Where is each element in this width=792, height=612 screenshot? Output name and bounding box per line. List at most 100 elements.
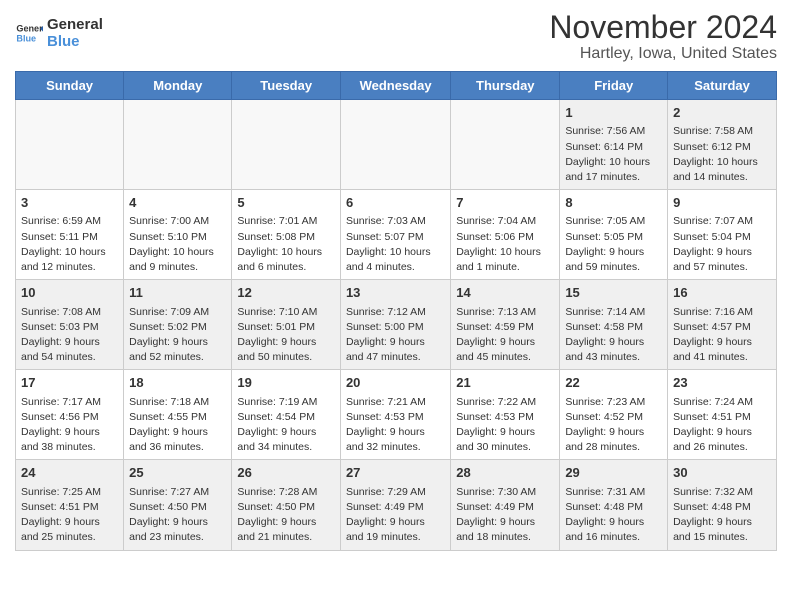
calendar-cell: 21Sunrise: 7:22 AM Sunset: 4:53 PM Dayli… [451,370,560,460]
calendar-header-row: SundayMondayTuesdayWednesdayThursdayFrid… [16,72,777,100]
calendar-cell: 2 Sunrise: 7:58 AM Sunset: 6:12 PM Daylig… [668,100,777,190]
day-number: 3 [21,194,118,212]
day-info: Sunrise: 7:08 AM Sunset: 5:03 PM Dayligh… [21,305,118,366]
calendar-week-1: 3 Sunrise: 6:59 AM Sunset: 5:11 PM Daylig… [16,190,777,280]
day-info: Sunrise: 7:56 AM Sunset: 6:14 PM Dayligh… [565,124,662,185]
day-info: Sunrise: 7:21 AM Sunset: 4:53 PM Dayligh… [346,395,445,456]
day-info: Sunrise: 7:30 AM Sunset: 4:49 PM Dayligh… [456,485,554,546]
calendar-header-saturday: Saturday [668,72,777,100]
day-info: Sunrise: 7:27 AM Sunset: 4:50 PM Dayligh… [129,485,226,546]
calendar-cell: 22 Sunrise: 7:23 AM Sunset: 4:52 PM Dayli… [560,370,668,460]
day-info: Sunrise: 7:29 AM Sunset: 4:49 PM Dayligh… [346,485,445,546]
day-number: 28 [456,464,554,482]
day-number: 7 [456,194,554,212]
day-number: 18 [129,374,226,392]
calendar-week-3: 17 Sunrise: 7:17 AM Sunset: 4:56 PM Dayli… [16,370,777,460]
day-info: Sunrise: 7:28 AM Sunset: 4:50 PM Dayligh… [237,485,335,546]
day-number: 22 [565,374,662,392]
day-number: 13 [346,284,445,302]
day-info: Sunrise: 7:19 AM Sunset: 4:54 PM Dayligh… [237,395,335,456]
calendar-cell: 27 Sunrise: 7:29 AM Sunset: 4:49 PM Dayli… [340,460,450,550]
calendar-week-4: 24Sunrise: 7:25 AM Sunset: 4:51 PM Dayli… [16,460,777,550]
day-info: Sunrise: 7:03 AM Sunset: 5:07 PM Dayligh… [346,214,445,275]
calendar-cell [16,100,124,190]
calendar-cell [232,100,341,190]
day-number: 23 [673,374,771,392]
calendar-header-monday: Monday [124,72,232,100]
svg-text:General: General [16,24,43,34]
calendar-week-2: 10 Sunrise: 7:08 AM Sunset: 5:03 PM Dayli… [16,280,777,370]
header: General Blue GeneralBlue November 2024 H… [15,10,777,63]
calendar-cell: 20 Sunrise: 7:21 AM Sunset: 4:53 PM Dayli… [340,370,450,460]
calendar-cell: 7 Sunrise: 7:04 AM Sunset: 5:06 PM Daylig… [451,190,560,280]
day-info: Sunrise: 7:10 AM Sunset: 5:01 PM Dayligh… [237,305,335,366]
calendar-cell: 1Sunrise: 7:56 AM Sunset: 6:14 PM Daylig… [560,100,668,190]
calendar-cell: 13 Sunrise: 7:12 AM Sunset: 5:00 PM Dayli… [340,280,450,370]
day-number: 20 [346,374,445,392]
calendar-cell: 15 Sunrise: 7:14 AM Sunset: 4:58 PM Dayli… [560,280,668,370]
calendar-week-0: 1Sunrise: 7:56 AM Sunset: 6:14 PM Daylig… [16,100,777,190]
calendar-cell: 6 Sunrise: 7:03 AM Sunset: 5:07 PM Daylig… [340,190,450,280]
day-number: 30 [673,464,771,482]
calendar-cell: 19Sunrise: 7:19 AM Sunset: 4:54 PM Dayli… [232,370,341,460]
day-number: 21 [456,374,554,392]
day-number: 17 [21,374,118,392]
calendar-header-friday: Friday [560,72,668,100]
day-number: 14 [456,284,554,302]
day-info: Sunrise: 7:12 AM Sunset: 5:00 PM Dayligh… [346,305,445,366]
day-number: 9 [673,194,771,212]
month-title: November 2024 [549,10,777,45]
day-info: Sunrise: 7:25 AM Sunset: 4:51 PM Dayligh… [21,485,118,546]
day-number: 29 [565,464,662,482]
day-info: Sunrise: 7:07 AM Sunset: 5:04 PM Dayligh… [673,214,771,275]
calendar-header-tuesday: Tuesday [232,72,341,100]
calendar-cell: 23 Sunrise: 7:24 AM Sunset: 4:51 PM Dayli… [668,370,777,460]
day-number: 4 [129,194,226,212]
day-info: Sunrise: 7:04 AM Sunset: 5:06 PM Dayligh… [456,214,554,275]
calendar-cell: 5 Sunrise: 7:01 AM Sunset: 5:08 PM Daylig… [232,190,341,280]
day-info: Sunrise: 7:32 AM Sunset: 4:48 PM Dayligh… [673,485,771,546]
day-number: 26 [237,464,335,482]
day-number: 15 [565,284,662,302]
day-info: Sunrise: 7:05 AM Sunset: 5:05 PM Dayligh… [565,214,662,275]
calendar-cell: 25Sunrise: 7:27 AM Sunset: 4:50 PM Dayli… [124,460,232,550]
day-info: Sunrise: 7:17 AM Sunset: 4:56 PM Dayligh… [21,395,118,456]
page: General Blue GeneralBlue November 2024 H… [0,0,792,566]
title-block: November 2024 Hartley, Iowa, United Stat… [549,10,777,63]
calendar-header-sunday: Sunday [16,72,124,100]
calendar-cell [124,100,232,190]
calendar-cell: 28 Sunrise: 7:30 AM Sunset: 4:49 PM Dayli… [451,460,560,550]
calendar-cell: 26 Sunrise: 7:28 AM Sunset: 4:50 PM Dayli… [232,460,341,550]
day-info: Sunrise: 7:01 AM Sunset: 5:08 PM Dayligh… [237,214,335,275]
day-info: Sunrise: 7:24 AM Sunset: 4:51 PM Dayligh… [673,395,771,456]
calendar-cell: 9 Sunrise: 7:07 AM Sunset: 5:04 PM Daylig… [668,190,777,280]
day-number: 2 [673,104,771,122]
calendar-header-thursday: Thursday [451,72,560,100]
calendar-cell: 16Sunrise: 7:16 AM Sunset: 4:57 PM Dayli… [668,280,777,370]
day-number: 12 [237,284,335,302]
day-number: 5 [237,194,335,212]
day-info: Sunrise: 7:18 AM Sunset: 4:55 PM Dayligh… [129,395,226,456]
day-number: 27 [346,464,445,482]
logo-text: GeneralBlue [47,16,103,51]
calendar-cell [451,100,560,190]
logo: General Blue GeneralBlue [15,16,103,51]
day-info: Sunrise: 7:00 AM Sunset: 5:10 PM Dayligh… [129,214,226,275]
day-number: 10 [21,284,118,302]
day-info: Sunrise: 7:13 AM Sunset: 4:59 PM Dayligh… [456,305,554,366]
calendar-cell: 10 Sunrise: 7:08 AM Sunset: 5:03 PM Dayli… [16,280,124,370]
day-info: Sunrise: 7:31 AM Sunset: 4:48 PM Dayligh… [565,485,662,546]
location-title: Hartley, Iowa, United States [549,45,777,63]
day-info: Sunrise: 7:16 AM Sunset: 4:57 PM Dayligh… [673,305,771,366]
day-number: 6 [346,194,445,212]
day-info: Sunrise: 6:59 AM Sunset: 5:11 PM Dayligh… [21,214,118,275]
calendar-header-wednesday: Wednesday [340,72,450,100]
calendar-cell: 8Sunrise: 7:05 AM Sunset: 5:05 PM Daylig… [560,190,668,280]
calendar-table: SundayMondayTuesdayWednesdayThursdayFrid… [15,71,777,550]
calendar-cell: 14 Sunrise: 7:13 AM Sunset: 4:59 PM Dayli… [451,280,560,370]
day-info: Sunrise: 7:58 AM Sunset: 6:12 PM Dayligh… [673,124,771,185]
day-info: Sunrise: 7:23 AM Sunset: 4:52 PM Dayligh… [565,395,662,456]
day-info: Sunrise: 7:14 AM Sunset: 4:58 PM Dayligh… [565,305,662,366]
calendar-cell: 17 Sunrise: 7:17 AM Sunset: 4:56 PM Dayli… [16,370,124,460]
calendar-cell: 18 Sunrise: 7:18 AM Sunset: 4:55 PM Dayli… [124,370,232,460]
